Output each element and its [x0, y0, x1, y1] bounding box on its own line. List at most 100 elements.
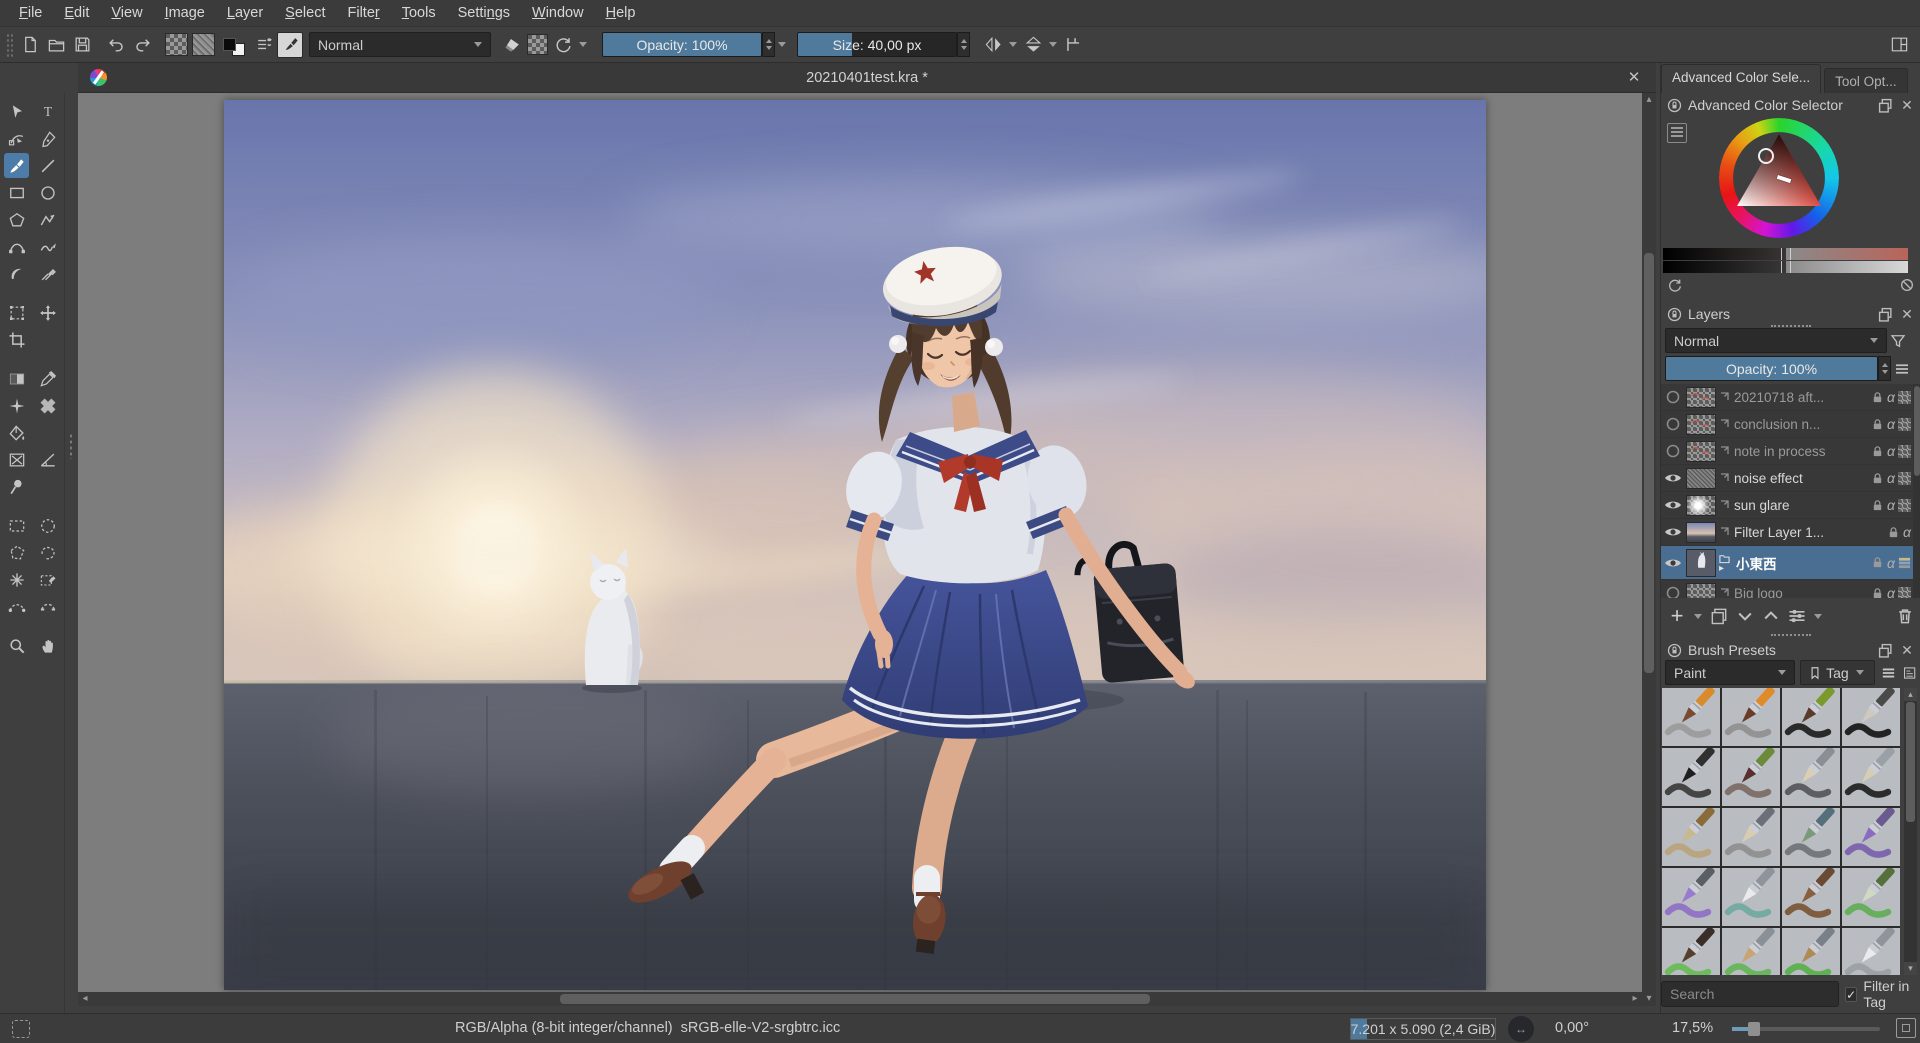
- polygon-tool-icon[interactable]: [4, 207, 29, 232]
- layer-row[interactable]: sun glareα: [1661, 492, 1913, 519]
- alpha-lock-icon[interactable]: α: [1887, 416, 1895, 432]
- filter-in-tag-checkbox[interactable]: ✓: [1845, 987, 1857, 1002]
- chevron-down-icon[interactable]: [778, 42, 786, 47]
- docker-lock-icon[interactable]: [1667, 307, 1682, 322]
- brush-size-spin[interactable]: [957, 32, 970, 57]
- menu-edit[interactable]: Edit: [53, 2, 100, 24]
- inherit-alpha-icon[interactable]: [1898, 499, 1911, 512]
- wrap-around-mode-button[interactable]: [1060, 32, 1086, 58]
- brush-preset-7[interactable]: [1782, 748, 1840, 806]
- layer-visibility-toggle[interactable]: [1663, 522, 1683, 542]
- layer-visibility-toggle[interactable]: [1663, 414, 1683, 434]
- inherit-alpha-icon[interactable]: [1898, 445, 1911, 458]
- layer-thumbnail[interactable]: [1686, 468, 1716, 489]
- layer-visibility-toggle[interactable]: [1663, 495, 1683, 515]
- docker-lock-icon[interactable]: [1667, 643, 1682, 658]
- layer-options-menu-icon[interactable]: [1891, 357, 1913, 381]
- shade-selector[interactable]: [1663, 248, 1908, 274]
- float-docker-icon[interactable]: [1877, 642, 1893, 658]
- lock-icon[interactable]: [1871, 587, 1884, 599]
- alpha-lock-icon[interactable]: α: [1887, 497, 1895, 513]
- pattern-edit-tool-icon[interactable]: [4, 393, 29, 418]
- select-ellipse-tool-icon[interactable]: [35, 513, 60, 538]
- menu-select[interactable]: Select: [274, 2, 336, 24]
- reload-preset-button[interactable]: [550, 32, 576, 58]
- brush-grid-scrollbar[interactable]: ▴ ▾: [1904, 688, 1917, 975]
- select-bezier-tool-icon[interactable]: [4, 594, 29, 619]
- menu-file[interactable]: File: [8, 2, 53, 24]
- selection-status-icon[interactable]: [12, 1020, 30, 1038]
- zoom-tool-icon[interactable]: [4, 633, 29, 658]
- scroll-right-icon[interactable]: ▸: [1628, 992, 1642, 1006]
- docker-resize-handle[interactable]: [1771, 634, 1811, 636]
- details-view-icon[interactable]: [1902, 664, 1917, 682]
- lock-icon[interactable]: [1871, 472, 1884, 485]
- move-tool-icon[interactable]: [35, 300, 60, 325]
- inherit-alpha-icon[interactable]: [1898, 472, 1911, 485]
- save-button[interactable]: [69, 32, 95, 58]
- menu-settings[interactable]: Settings: [447, 2, 521, 24]
- lock-icon[interactable]: [1871, 499, 1884, 512]
- toolbar-drag-handle[interactable]: [6, 33, 14, 57]
- menu-tools[interactable]: Tools: [391, 2, 447, 24]
- layer-filter-icon[interactable]: [1887, 329, 1909, 353]
- lock-icon[interactable]: [1871, 391, 1884, 404]
- canvas-painting[interactable]: [224, 100, 1486, 990]
- crop-tool-icon[interactable]: [4, 327, 29, 352]
- layer-row[interactable]: 20210718 aft...α: [1661, 384, 1913, 411]
- gradient-chooser[interactable]: [165, 33, 188, 56]
- smart-patch-tool-icon[interactable]: [35, 393, 60, 418]
- layer-row[interactable]: noise effectα: [1661, 465, 1913, 492]
- layer-thumbnail[interactable]: [1686, 549, 1716, 577]
- alpha-lock-icon[interactable]: α: [1887, 470, 1895, 486]
- select-freehand-tool-icon[interactable]: [35, 540, 60, 565]
- blending-mode-dropdown[interactable]: Normal: [309, 32, 491, 57]
- opacity-spin[interactable]: [762, 32, 775, 57]
- no-color-icon[interactable]: [1899, 277, 1915, 293]
- lock-icon[interactable]: [1871, 556, 1884, 569]
- panel-splitter[interactable]: [64, 93, 78, 1013]
- layer-thumbnail[interactable]: [1686, 522, 1716, 543]
- canvas-area[interactable]: [78, 93, 1642, 992]
- brush-preset-10[interactable]: [1722, 808, 1780, 866]
- close-icon[interactable]: ✕: [1899, 306, 1915, 322]
- color-selector-settings-button[interactable]: [1667, 123, 1687, 143]
- brush-preset-17[interactable]: [1662, 928, 1720, 975]
- scroll-up-icon[interactable]: ▴: [1904, 688, 1917, 701]
- scroll-up-icon[interactable]: ▴: [1642, 93, 1656, 107]
- select-poly-tool-icon[interactable]: [4, 540, 29, 565]
- edit-shapes-tool-icon[interactable]: [4, 126, 29, 151]
- chevron-down-icon[interactable]: [1009, 42, 1017, 47]
- brush-preset-15[interactable]: [1782, 868, 1840, 926]
- alpha-lock-icon[interactable]: α: [1887, 389, 1895, 405]
- lock-icon[interactable]: [1871, 418, 1884, 431]
- color-picker-tool-icon[interactable]: [35, 366, 60, 391]
- zoom-slider[interactable]: [1732, 1027, 1880, 1031]
- scroll-left-icon[interactable]: ◂: [78, 992, 92, 1006]
- brush-preset-6[interactable]: [1722, 748, 1780, 806]
- close-icon[interactable]: ✕: [1899, 642, 1915, 658]
- layer-properties-button[interactable]: [1785, 604, 1809, 628]
- layer-visibility-toggle[interactable]: [1663, 553, 1683, 573]
- menu-layer[interactable]: Layer: [216, 2, 274, 24]
- mirror-vertical-button[interactable]: [1020, 32, 1046, 58]
- brush-settings-icon[interactable]: [251, 32, 277, 58]
- shape-select-tool-icon[interactable]: [4, 99, 29, 124]
- freehand-path-tool-icon[interactable]: [35, 234, 60, 259]
- brush-preset-14[interactable]: [1722, 868, 1780, 926]
- layer-opacity-slider[interactable]: Opacity: 100%: [1665, 356, 1917, 381]
- brush-preset-16[interactable]: [1842, 868, 1900, 926]
- gradient-tool-icon[interactable]: [4, 366, 29, 391]
- redo-button[interactable]: [129, 32, 155, 58]
- bezier-tool-icon[interactable]: [4, 234, 29, 259]
- group-layer-badges[interactable]: ▸: [1719, 553, 1733, 573]
- rectangle-tool-icon[interactable]: [4, 180, 29, 205]
- inherit-alpha-icon[interactable]: [1898, 391, 1911, 404]
- brush-size-slider[interactable]: Size: 40,00 px: [797, 32, 970, 57]
- dynamic-brush-tool-icon[interactable]: [4, 261, 29, 286]
- layer-row[interactable]: note in processα: [1661, 438, 1913, 465]
- alpha-lock-icon[interactable]: α: [1887, 585, 1895, 598]
- hscroll-thumb[interactable]: [560, 994, 1150, 1004]
- brush-preset-2[interactable]: [1722, 688, 1780, 746]
- ellipse-tool-icon[interactable]: [35, 180, 60, 205]
